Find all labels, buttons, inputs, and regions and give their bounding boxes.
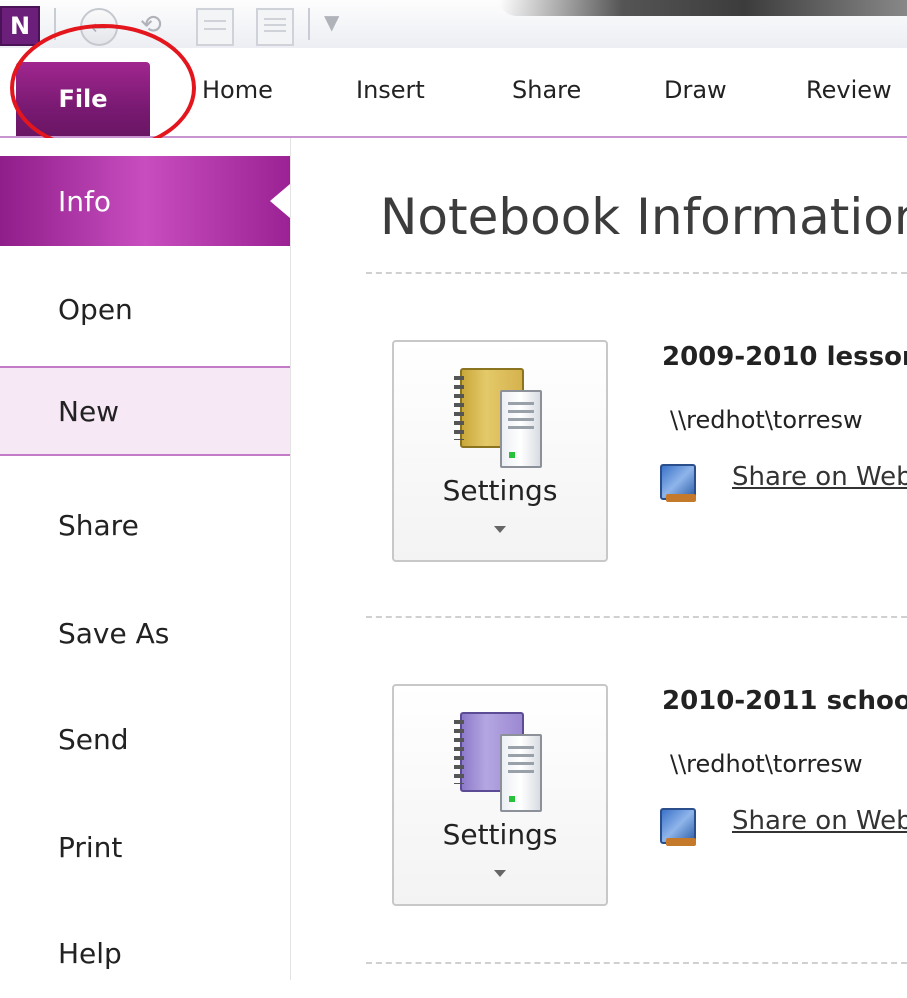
divider — [366, 272, 907, 274]
tab-review[interactable]: Review — [806, 76, 892, 104]
onenote-logo-icon[interactable]: N — [0, 6, 40, 46]
settings-button[interactable]: Settings — [392, 684, 608, 906]
backstage-nav: Info Open New Share Save As Send Print H… — [0, 138, 291, 980]
notebook-entry: Settings 2009-2010 lessons \\redhot\torr… — [390, 340, 907, 570]
server-icon — [500, 734, 542, 812]
share-on-web-link[interactable]: Share on Web — [732, 806, 907, 836]
nav-item-open[interactable]: Open — [0, 264, 290, 354]
dock-page-icon[interactable] — [196, 8, 234, 46]
settings-label: Settings — [442, 474, 558, 507]
tab-file[interactable]: File — [16, 62, 150, 136]
full-page-view-icon[interactable] — [256, 8, 294, 46]
tab-home[interactable]: Home — [202, 76, 273, 104]
share-web-icon — [660, 808, 696, 846]
nav-item-print[interactable]: Print — [0, 802, 290, 892]
chevron-down-icon — [494, 526, 506, 533]
nav-item-send[interactable]: Send — [0, 694, 290, 784]
share-web-icon — [660, 464, 696, 502]
title-bar-gradient — [500, 0, 907, 16]
notebook-name: 2009-2010 lessons — [662, 342, 907, 372]
undo-icon[interactable]: ⟲ — [140, 10, 162, 40]
tab-draw[interactable]: Draw — [664, 76, 727, 104]
nav-item-info[interactable]: Info — [0, 156, 290, 246]
server-icon — [500, 390, 542, 468]
page-title: Notebook Information — [380, 188, 907, 246]
notebook-path: \\redhot\torresw — [670, 406, 863, 434]
chevron-down-icon — [494, 870, 506, 877]
notebook-name: 2010-2011 school — [662, 686, 907, 716]
divider — [366, 962, 907, 964]
notebook-path: \\redhot\torresw — [670, 750, 863, 778]
share-on-web-link[interactable]: Share on Web — [732, 462, 907, 492]
divider — [366, 616, 907, 618]
quick-access-toolbar: N ← ⟲ ▼ — [0, 0, 907, 48]
nav-item-save-as[interactable]: Save As — [0, 588, 290, 678]
settings-button[interactable]: Settings — [392, 340, 608, 562]
nav-item-new[interactable]: New — [0, 366, 290, 456]
customize-qat-icon[interactable]: ▼ — [324, 10, 339, 34]
toolbar-separator — [54, 8, 56, 40]
notebook-entry: Settings 2010-2011 school \\redhot\torre… — [390, 684, 907, 914]
tab-share[interactable]: Share — [512, 76, 581, 104]
ribbon-tabs: File Home Insert Share Draw Review — [0, 48, 907, 138]
nav-item-help[interactable]: Help — [0, 908, 290, 998]
tab-insert[interactable]: Insert — [356, 76, 425, 104]
nav-item-share[interactable]: Share — [0, 480, 290, 570]
back-arrow-icon[interactable]: ← — [80, 8, 118, 46]
toolbar-separator — [308, 8, 310, 40]
settings-label: Settings — [442, 818, 558, 851]
